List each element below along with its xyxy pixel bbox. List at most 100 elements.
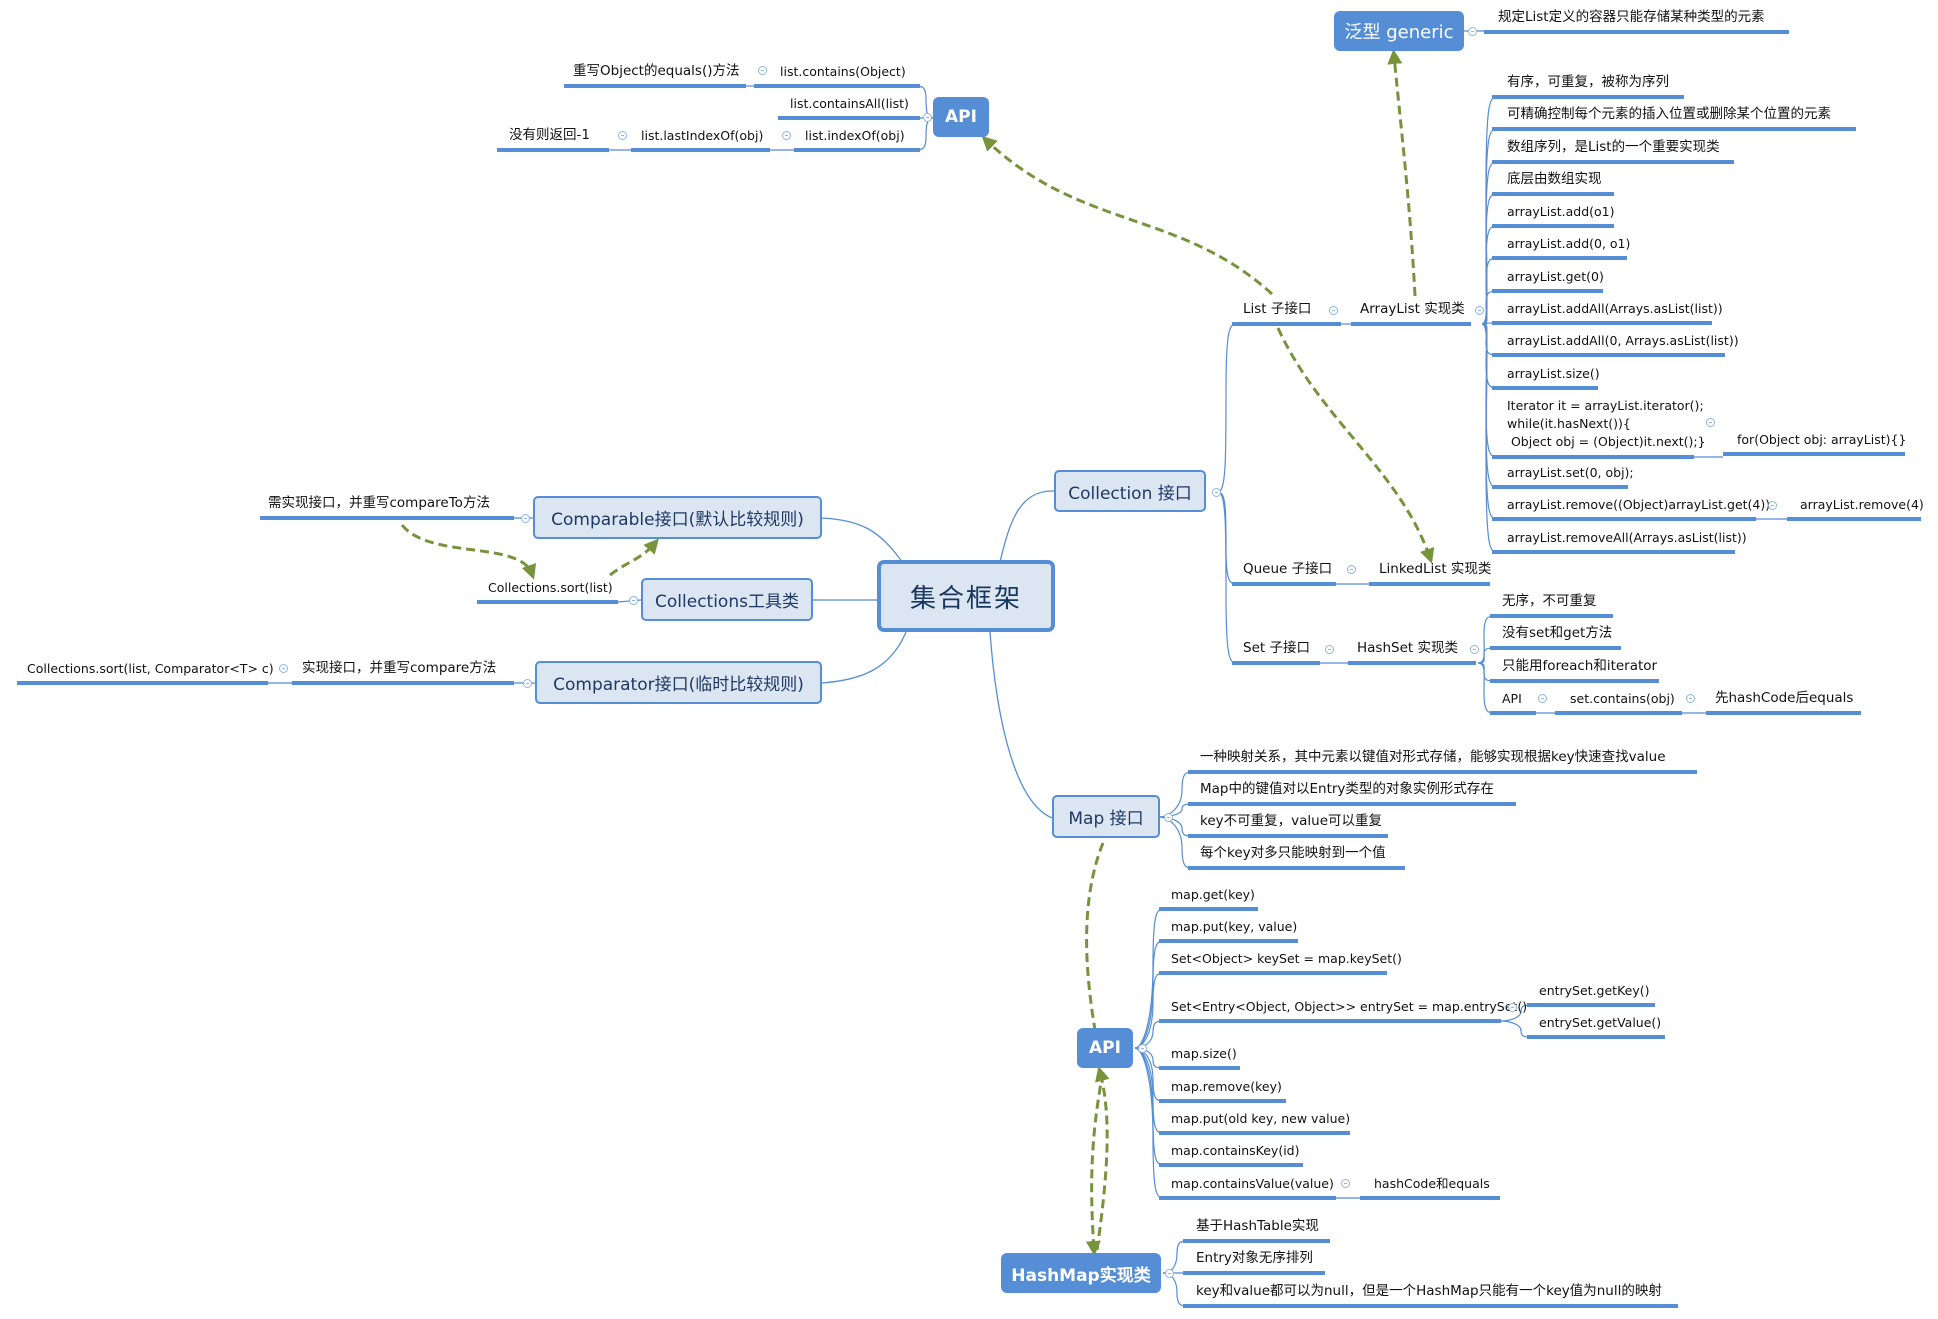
- list-contains-toggle-collapse-icon[interactable]: [758, 66, 767, 75]
- queue-subinterface[interactable]: Queue 子接口: [1243, 562, 1332, 577]
- arraylist-item-5[interactable]: arrayList.add(0, o1): [1507, 236, 1630, 251]
- comparator-note-toggle-collapse-icon[interactable]: [279, 664, 288, 673]
- list-api-node[interactable]: API: [933, 97, 989, 137]
- collection-interface-node[interactable]: Collection 接口: [1054, 470, 1206, 512]
- hashset-item-0[interactable]: 无序，不可重复: [1502, 594, 1597, 609]
- arraylist-item-13[interactable]: arrayList.removeAll(Arrays.asList(list)): [1507, 530, 1747, 545]
- hashmap-to-api-arrow[interactable]: [1095, 1066, 1110, 1251]
- map-api-item-2[interactable]: Set<Object> keySet = map.keySet(): [1171, 951, 1402, 966]
- list-lastindexof-toggle-collapse-icon[interactable]: [618, 131, 627, 140]
- list-lastindexof-note[interactable]: 没有则返回-1: [509, 128, 590, 143]
- list-lastindexof[interactable]: list.lastIndexOf(obj): [641, 128, 763, 143]
- generic-note[interactable]: 规定List定义的容器只能存储某种类型的元素: [1498, 10, 1765, 25]
- entryset-getvalue[interactable]: entrySet.getValue(): [1539, 1015, 1661, 1030]
- iterator-alt[interactable]: for(Object obj: arrayList){}: [1737, 432, 1906, 447]
- map-api-item-1[interactable]: map.put(key, value): [1171, 919, 1297, 934]
- central-topic[interactable]: 集合框架: [877, 560, 1055, 632]
- map-api-item-4[interactable]: map.size(): [1171, 1046, 1237, 1061]
- arraylist-item-11[interactable]: arrayList.set(0, obj);: [1507, 465, 1634, 480]
- arraylist-item-3[interactable]: 底层由数组实现: [1507, 172, 1602, 187]
- list-containsall[interactable]: list.containsAll(list): [790, 96, 909, 111]
- hashmap-node[interactable]: HashMap实现类: [1001, 1253, 1161, 1293]
- map-api-item-0[interactable]: map.get(key): [1171, 887, 1255, 902]
- containsvalue-note[interactable]: hashCode和equals: [1374, 1176, 1490, 1191]
- entryset-toggle-collapse-icon[interactable]: [1508, 1003, 1517, 1012]
- map-api-item-3[interactable]: Set<Entry<Object, Object>> entrySet = ma…: [1171, 999, 1527, 1014]
- comparator-note[interactable]: 实现接口，并重写compare方法: [302, 661, 496, 676]
- hashmap-item-2[interactable]: key和value都可以为null，但是一个HashMap只能有一个key值为n…: [1196, 1284, 1662, 1299]
- map-api-item-6[interactable]: map.put(old key, new value): [1171, 1111, 1350, 1126]
- list-indexof[interactable]: list.indexOf(obj): [805, 128, 905, 143]
- arraylist-item-0[interactable]: 有序，可重复，被称为序列: [1507, 75, 1669, 90]
- map-item-3[interactable]: 每个key对多只能映射到一个值: [1200, 846, 1386, 861]
- hashmap-item-0[interactable]: 基于HashTable实现: [1196, 1219, 1319, 1234]
- map-api-item-8[interactable]: map.containsValue(value): [1171, 1176, 1334, 1191]
- arraylist-item-10[interactable]: Iterator it = arrayList.iterator(); whil…: [1507, 397, 1706, 451]
- map-interface-node[interactable]: Map 接口: [1052, 795, 1160, 838]
- comparator-sort[interactable]: Collections.sort(list, Comparator<T> c): [27, 661, 274, 676]
- map-api-item-5[interactable]: map.remove(key): [1171, 1079, 1282, 1094]
- linkedlist-node[interactable]: LinkedList 实现类: [1379, 562, 1491, 577]
- comparator-interface-node[interactable]: Comparator接口(临时比较规则): [535, 661, 822, 704]
- map-toggle-collapse-icon[interactable]: [1164, 813, 1173, 822]
- map-api-node[interactable]: API: [1077, 1028, 1133, 1068]
- collection-toggle-collapse-icon[interactable]: [1212, 488, 1221, 497]
- comparable-note-to-sort-arrow[interactable]: [400, 524, 537, 580]
- comparator-toggle-collapse-icon[interactable]: [523, 679, 532, 688]
- arraylist-item-1[interactable]: 可精确控制每个元素的插入位置或删除某个位置的元素: [1507, 107, 1831, 122]
- comparable-note[interactable]: 需实现接口，并重写compareTo方法: [268, 496, 490, 511]
- containsvalue-toggle-collapse-icon[interactable]: [1341, 1179, 1350, 1188]
- remove-alt[interactable]: arrayList.remove(4): [1800, 497, 1924, 512]
- hashset-contains[interactable]: set.contains(obj): [1570, 691, 1675, 706]
- hashmap-item-1[interactable]: Entry对象无序排列: [1196, 1251, 1313, 1266]
- map-item-2[interactable]: key不可重复，value可以重复: [1200, 814, 1382, 829]
- hashset-contains-note[interactable]: 先hashCode后equals: [1715, 691, 1853, 706]
- map-api-toggle-collapse-icon[interactable]: [1138, 1044, 1147, 1053]
- hashset-contains-toggle-collapse-icon[interactable]: [1686, 694, 1695, 703]
- sort-to-comparable-arrow[interactable]: [609, 538, 659, 577]
- hashset-item-1[interactable]: 没有set和get方法: [1502, 626, 1612, 641]
- collections-sort[interactable]: Collections.sort(list): [488, 580, 613, 595]
- collections-util-node[interactable]: Collections工具类: [641, 578, 813, 621]
- list-subinterface[interactable]: List 子接口: [1243, 302, 1311, 317]
- comparable-interface-node[interactable]: Comparable接口(默认比较规则): [533, 496, 822, 539]
- queue-toggle-collapse-icon[interactable]: [1347, 565, 1356, 574]
- generic-node[interactable]: 泛型 generic: [1334, 11, 1464, 51]
- list-toggle-collapse-icon[interactable]: [1329, 306, 1338, 315]
- list-to-api-arrow[interactable]: [981, 135, 1274, 296]
- set-subinterface[interactable]: Set 子接口: [1243, 641, 1310, 656]
- arraylist-item-8[interactable]: arrayList.addAll(0, Arrays.asList(list)): [1507, 333, 1739, 348]
- list-to-linkedlist-arrow[interactable]: [1276, 327, 1435, 564]
- generic-toggle-collapse-icon[interactable]: [1468, 27, 1477, 36]
- collections-util-toggle-collapse-icon[interactable]: [629, 596, 638, 605]
- entryset-getkey[interactable]: entrySet.getKey(): [1539, 983, 1650, 998]
- hashset-api[interactable]: API: [1502, 691, 1522, 706]
- hashset-api-toggle-collapse-icon[interactable]: [1538, 694, 1547, 703]
- list-indexof-toggle-collapse-icon[interactable]: [782, 131, 791, 140]
- remove-toggle-collapse-icon[interactable]: [1768, 501, 1777, 510]
- arraylist-to-generic-arrow[interactable]: [1387, 49, 1417, 297]
- arraylist-node[interactable]: ArrayList 实现类: [1360, 302, 1465, 317]
- map-to-api-arrow[interactable]: [1085, 842, 1105, 1031]
- arraylist-item-7[interactable]: arrayList.addAll(Arrays.asList(list)): [1507, 301, 1723, 316]
- list-api-toggle-collapse-icon[interactable]: [923, 113, 932, 122]
- hashset-item-2[interactable]: 只能用foreach和iterator: [1502, 659, 1657, 674]
- map-item-0[interactable]: 一种映射关系，其中元素以键值对形式存储，能够实现根据key快速查找value: [1200, 750, 1666, 765]
- arraylist-toggle-collapse-icon[interactable]: [1475, 306, 1484, 315]
- arraylist-item-9[interactable]: arrayList.size(): [1507, 366, 1600, 381]
- map-item-1[interactable]: Map中的键值对以Entry类型的对象实例形式存在: [1200, 782, 1494, 797]
- list-contains-note[interactable]: 重写Object的equals()方法: [573, 64, 740, 79]
- iterator-toggle-collapse-icon[interactable]: [1706, 418, 1715, 427]
- arraylist-item-2[interactable]: 数组序列，是List的一个重要实现类: [1507, 140, 1720, 155]
- hashset-node[interactable]: HashSet 实现类: [1357, 641, 1458, 656]
- map-api-item-7[interactable]: map.containsKey(id): [1171, 1143, 1299, 1158]
- arraylist-item-12[interactable]: arrayList.remove((Object)arrayList.get(4…: [1507, 497, 1770, 512]
- arraylist-item-6[interactable]: arrayList.get(0): [1507, 269, 1604, 284]
- arraylist-item-4[interactable]: arrayList.add(o1): [1507, 204, 1614, 219]
- hashset-toggle-collapse-icon[interactable]: [1470, 645, 1479, 654]
- list-contains[interactable]: list.contains(Object): [780, 64, 906, 79]
- hashmap-toggle-collapse-icon[interactable]: [1165, 1269, 1174, 1278]
- set-toggle-collapse-icon[interactable]: [1325, 645, 1334, 654]
- comparable-toggle-collapse-icon[interactable]: [521, 514, 530, 523]
- api-to-hashmap-arrow[interactable]: [1085, 1071, 1105, 1256]
